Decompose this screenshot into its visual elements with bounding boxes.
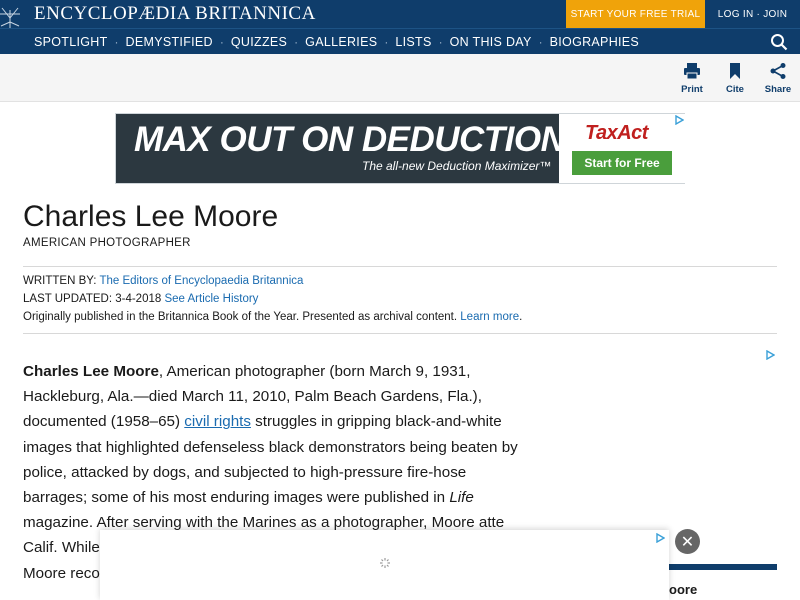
lead-name: Charles Lee Moore <box>23 363 159 380</box>
nav-item-on-this-day[interactable]: ON THIS DAY <box>450 35 532 49</box>
sidebar-partial-text: oore <box>669 582 698 597</box>
adchoices-icon[interactable] <box>674 115 684 125</box>
nav-separator: · <box>438 35 443 49</box>
ad-brand-panel: TaxAct Start for Free <box>559 114 685 183</box>
nav-item-lists[interactable]: LISTS <box>395 35 431 49</box>
civil-rights-link[interactable]: civil rights <box>184 413 251 430</box>
nav-item-demystified[interactable]: DEMYSTIFIED <box>126 35 213 49</box>
author-link[interactable]: The Editors of Encyclopaedia Britannica <box>99 275 303 287</box>
last-updated-line: LAST UPDATED: 3-4-2018 See Article Histo… <box>23 293 258 305</box>
print-button[interactable]: Print <box>672 62 712 95</box>
brand-name: ENCYCLOPÆDIA BRITANNICA <box>34 3 316 24</box>
print-label: Print <box>681 84 703 95</box>
article-toolbar: Print Cite Share <box>0 54 800 102</box>
archival-note: Originally published in the Britannica B… <box>23 311 458 323</box>
nav-separator: · <box>384 35 389 49</box>
nav-item-quizzes[interactable]: QUIZZES <box>231 35 287 49</box>
nav-item-biographies[interactable]: BIOGRAPHIES <box>550 35 639 49</box>
login-join-link[interactable]: LOG IN · JOIN <box>705 0 800 28</box>
nav-bar: SPOTLIGHT · DEMYSTIFIED · QUIZZES · GALL… <box>0 28 800 54</box>
written-by-line: WRITTEN BY: The Editors of Encyclopaedia… <box>23 275 303 287</box>
ad-subheadline: The all-new Deduction Maximizer™ <box>362 159 552 173</box>
article-history-link[interactable]: See Article History <box>164 293 258 305</box>
learn-more-link[interactable]: Learn more <box>460 311 519 323</box>
bookmark-icon <box>730 63 740 79</box>
search-icon[interactable] <box>770 33 788 51</box>
loading-spinner-icon <box>380 558 390 568</box>
body-line-moore: Moore reco <box>23 564 100 582</box>
nav-item-spotlight[interactable]: SPOTLIGHT <box>34 35 108 49</box>
last-updated-label: LAST UPDATED: 3-4-2018 <box>23 293 162 305</box>
share-button[interactable]: Share <box>758 62 798 95</box>
free-trial-button[interactable]: START YOUR FREE TRIAL <box>566 0 705 28</box>
nav-separator: · <box>294 35 299 49</box>
written-by-label: WRITTEN BY: <box>23 275 97 287</box>
nav-separator: · <box>114 35 119 49</box>
body-line-calif: Calif. While <box>23 539 100 557</box>
nav-item-galleries[interactable]: GALLERIES <box>305 35 377 49</box>
top-bar: ENCYCLOPÆDIA BRITANNICA START YOUR FREE … <box>0 0 800 41</box>
ad-banner[interactable]: MAX OUT ON DEDUCTIONS. The all-new Deduc… <box>115 113 685 184</box>
share-label: Share <box>764 84 792 95</box>
nav-separator: · <box>538 35 543 49</box>
ad-headline: MAX OUT ON DEDUCTIONS. <box>134 120 598 159</box>
ad-cta-button[interactable]: Start for Free <box>572 151 672 175</box>
adchoices-icon[interactable] <box>765 350 775 360</box>
nav-menu: SPOTLIGHT · DEMYSTIFIED · QUIZZES · GALL… <box>34 29 639 55</box>
close-ad-button[interactable]: ✕ <box>675 529 700 554</box>
body-part-3: magazine. After serving with the Marines… <box>23 514 505 532</box>
nav-separator: · <box>219 35 224 49</box>
bottom-sticky-ad[interactable] <box>100 530 669 600</box>
close-icon: ✕ <box>680 533 695 551</box>
archival-note-line: Originally published in the Britannica B… <box>23 311 523 323</box>
cite-button[interactable]: Cite <box>715 62 755 95</box>
divider <box>23 333 777 334</box>
sidebar-box: oore <box>669 564 777 600</box>
page-title: Charles Lee Moore <box>23 200 279 233</box>
page-subtitle: AMERICAN PHOTOGRAPHER <box>23 237 191 249</box>
share-icon <box>770 63 786 79</box>
life-magazine: Life <box>449 489 474 507</box>
divider <box>23 266 777 267</box>
printer-icon <box>684 63 700 80</box>
cite-label: Cite <box>726 84 744 95</box>
adchoices-icon[interactable] <box>655 533 665 543</box>
ad-brand-logo: TaxAct <box>585 122 648 144</box>
